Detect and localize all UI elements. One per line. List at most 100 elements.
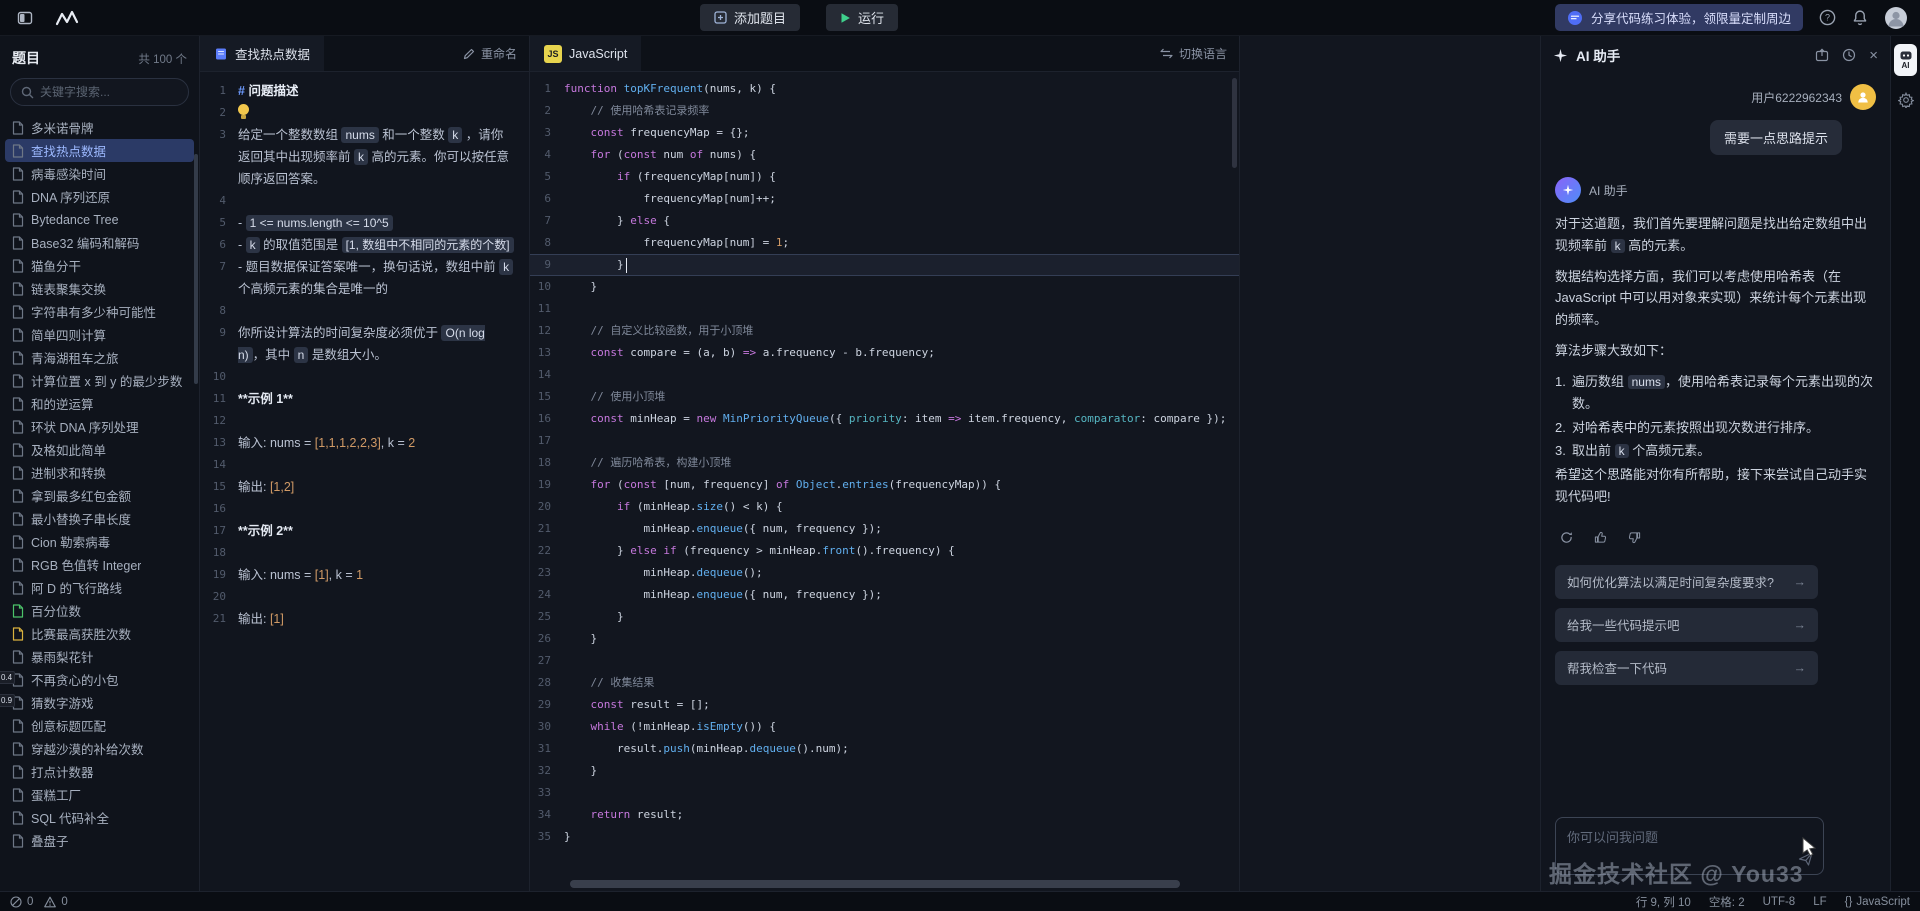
code-line: 31 result.push(minHeap.dequeue().num); — [530, 738, 1239, 760]
problem-item[interactable]: 多米诺骨牌 — [5, 116, 194, 139]
token-pl: } — [564, 258, 624, 271]
description-line: 20 — [200, 586, 529, 608]
text-segment: , k = — [381, 436, 408, 450]
add-problem-button[interactable]: 添加题目 — [700, 4, 800, 31]
text-segment: 个高频元素。 — [1629, 443, 1711, 458]
problem-item[interactable]: 简单四则计算 — [5, 323, 194, 346]
topbar-right: 分享代码练习体验，领限量定制周边 ? — [1555, 4, 1908, 31]
horizontal-scrollbar[interactable] — [570, 880, 1205, 888]
switch-language-button[interactable]: 切换语言 — [1148, 36, 1239, 71]
regenerate-icon[interactable] — [1555, 527, 1577, 549]
code-line: 7 } else { — [530, 210, 1239, 232]
problem-item[interactable]: 创意标题匹配 — [5, 714, 194, 737]
search-input[interactable] — [40, 85, 178, 99]
history-icon[interactable] — [1842, 48, 1856, 62]
text-segment: k — [448, 127, 462, 143]
eol-setting[interactable]: LF — [1813, 896, 1826, 908]
user-avatar[interactable] — [1884, 6, 1908, 30]
problem-item[interactable]: 和的逆运算 — [5, 392, 194, 415]
description-line: 3给定一个整数数组 nums 和一个整数 k ，请你返回其中出现频率前 k 高的… — [200, 124, 529, 190]
problem-item[interactable]: 猜数字游戏0.9 — [5, 691, 194, 714]
document-icon — [12, 236, 24, 250]
code-text: if (frequencyMap[num]) { — [564, 166, 776, 188]
share-banner[interactable]: 分享代码练习体验，领限量定制周边 — [1555, 4, 1803, 31]
problem-item[interactable]: Bytedance Tree — [5, 208, 194, 231]
code-text: } else { — [564, 210, 670, 232]
close-icon[interactable]: × — [1869, 48, 1878, 63]
ai-suggestion-chip[interactable]: 帮我检查一下代码→ — [1555, 651, 1818, 685]
document-icon — [12, 811, 24, 825]
encoding[interactable]: UTF-8 — [1763, 896, 1796, 908]
problem-item[interactable]: 穿越沙漠的补给次数 — [5, 737, 194, 760]
language-tab[interactable]: JS JavaScript — [530, 36, 641, 71]
run-button[interactable]: 运行 — [826, 4, 898, 31]
problem-item[interactable]: 暴雨梨花针 — [5, 645, 194, 668]
ai-question-input[interactable] — [1555, 817, 1824, 875]
problem-item[interactable]: 蛋糕工厂 — [5, 783, 194, 806]
ai-suggestion-chip[interactable]: 给我一些代码提示吧→ — [1555, 608, 1818, 642]
problem-item[interactable]: 病毒感染时间 — [5, 162, 194, 185]
problem-item[interactable]: 及格如此简单 — [5, 438, 194, 461]
problem-item[interactable]: Cion 勒索病毒 — [5, 530, 194, 553]
line-number: 19 — [200, 564, 238, 586]
description-line: 21输出: [1] — [200, 608, 529, 630]
problem-item[interactable]: DNA 序列还原 — [5, 185, 194, 208]
problem-item[interactable]: 计算位置 x 到 y 的最少步数 — [5, 369, 194, 392]
thumbs-down-icon[interactable] — [1623, 527, 1645, 549]
problem-item[interactable]: Base32 编码和解码 — [5, 231, 194, 254]
share-icon[interactable] — [1815, 48, 1829, 62]
problem-item[interactable]: 青海湖租车之旅 — [5, 346, 194, 369]
code-line: 16 const minHeap = new MinPriorityQueue(… — [530, 408, 1239, 430]
problem-item[interactable]: SQL 代码补全 — [5, 806, 194, 829]
ai-toggle-button[interactable]: AI — [1894, 44, 1917, 76]
ai-avatar — [1555, 177, 1581, 203]
rename-button[interactable]: 重命名 — [451, 36, 529, 71]
problem-item[interactable]: 叠盘子 — [5, 829, 194, 852]
problem-item[interactable]: 字符串有多少种可能性 — [5, 300, 194, 323]
problem-item[interactable]: 阿 D 的飞行路线 — [5, 576, 194, 599]
problem-item[interactable]: RGB 色值转 Integer — [5, 553, 194, 576]
language-mode[interactable]: {} JavaScript — [1845, 896, 1910, 908]
token-fn: size — [696, 500, 723, 513]
code-editor[interactable]: 1function topKFrequent(nums, k) {2 // 使用… — [530, 72, 1239, 891]
problem-item[interactable]: 比赛最高获胜次数 — [5, 622, 194, 645]
problem-item[interactable]: 打点计数器 — [5, 760, 194, 783]
indent-setting[interactable]: 空格: 2 — [1709, 894, 1745, 910]
problem-item[interactable]: 猫鱼分干 — [5, 254, 194, 277]
ai-conversation[interactable]: 用户6222962343 需要一点思路提示 AI 助手 对于这道题，我们首先要理… — [1541, 74, 1890, 817]
text-segment: [1] — [315, 568, 329, 582]
vertical-scrollbar[interactable] — [1232, 78, 1237, 168]
token-pl: (frequency > minHeap. — [677, 544, 823, 557]
problem-item[interactable]: 进制求和转换 — [5, 461, 194, 484]
cursor-position[interactable]: 行 9, 列 10 — [1636, 894, 1691, 910]
problem-item[interactable]: 拿到最多红包金额 — [5, 484, 194, 507]
sidebar-scrollbar[interactable] — [194, 154, 198, 384]
code-line: 5 if (frequencyMap[num]) { — [530, 166, 1239, 188]
line-number: 29 — [530, 694, 564, 716]
problem-item[interactable]: 不再贪心的小包0.4 — [5, 668, 194, 691]
thumbs-up-icon[interactable] — [1589, 527, 1611, 549]
settings-gear-icon[interactable] — [1898, 92, 1914, 108]
problem-item[interactable]: 查找热点数据 — [5, 139, 194, 162]
search-box[interactable] — [10, 78, 189, 106]
bell-icon[interactable] — [1852, 9, 1868, 26]
scrollbar-thumb[interactable] — [570, 880, 1180, 888]
problem-item[interactable]: 链表聚集交换 — [5, 277, 194, 300]
ai-list-item: 1.遍历数组 nums，使用哈希表记录每个元素出现的次数。 — [1555, 371, 1876, 415]
problem-item[interactable]: 环状 DNA 序列处理 — [5, 415, 194, 438]
document-icon — [12, 121, 24, 135]
send-icon[interactable] — [1798, 851, 1814, 867]
sidebar-toggle-icon[interactable] — [12, 5, 38, 31]
text-segment: 对哈希表中的元素按照出现次数进行排序。 — [1572, 420, 1819, 435]
problems-summary[interactable]: 0 0 — [10, 896, 74, 908]
ai-suggestion-chip[interactable]: 如何优化算法以满足时间复杂度要求?→ — [1555, 565, 1818, 599]
description-body[interactable]: 1# 问题描述23给定一个整数数组 nums 和一个整数 k ，请你返回其中出现… — [200, 72, 529, 891]
help-icon[interactable]: ? — [1819, 9, 1836, 26]
document-icon — [12, 397, 24, 411]
problem-item[interactable]: 百分位数 — [5, 599, 194, 622]
problem-item[interactable]: 最小替换子串长度 — [5, 507, 194, 530]
description-tab[interactable]: 查找热点数据 — [200, 36, 324, 71]
code-text: } — [564, 606, 624, 628]
token-kw: function — [564, 82, 624, 95]
problem-title: 比赛最高获胜次数 — [31, 624, 131, 643]
